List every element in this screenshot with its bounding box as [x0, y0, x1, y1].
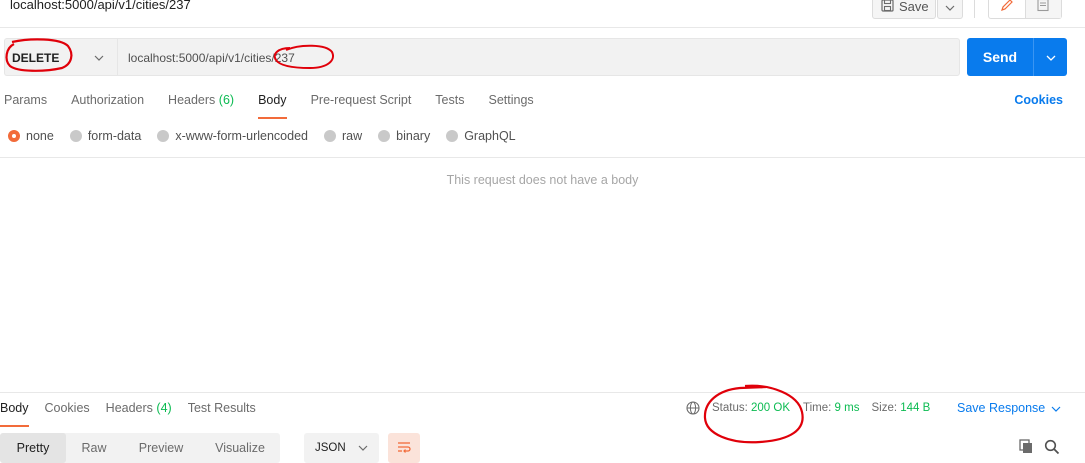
copy-icon[interactable] [1018, 439, 1034, 455]
view-pretty[interactable]: Pretty [0, 433, 66, 463]
radio-graphql[interactable]: GraphQL [446, 129, 516, 143]
toolbar-divider [974, 0, 975, 18]
tab-pre-request-script[interactable]: Pre-request Script [311, 93, 412, 119]
url-input[interactable]: localhost:5000/api/v1/cities/237 [117, 38, 960, 76]
response-view-controls: Pretty Raw Preview Visualize JSON [0, 433, 420, 463]
tab-tests[interactable]: Tests [435, 93, 464, 119]
empty-body-message: This request does not have a body [446, 173, 639, 187]
chevron-down-icon [945, 0, 955, 14]
radio-icon [446, 130, 459, 142]
body-type-selector: none form-data x-www-form-urlencoded raw… [8, 129, 532, 143]
wrap-lines-icon [396, 440, 412, 457]
radio-icon [157, 130, 170, 142]
radio-x-www-form-urlencoded[interactable]: x-www-form-urlencoded [157, 129, 308, 143]
url-value: localhost:5000/api/v1/cities/237 [128, 51, 295, 65]
size-value[interactable]: 144 B [900, 402, 930, 414]
request-tabs: Params Authorization Headers (6) Body Pr… [4, 93, 558, 119]
response-tabs: Body Cookies Headers (4) Test Results [0, 401, 272, 427]
radio-label: GraphQL [464, 129, 516, 143]
request-title[interactable]: localhost:5000/api/v1/cities/237 [10, 0, 191, 12]
response-headers-count: (4) [156, 401, 172, 415]
send-button[interactable]: Send [967, 38, 1033, 76]
pencil-icon [1000, 0, 1014, 15]
radio-raw[interactable]: raw [324, 129, 362, 143]
tab-label: Test Results [187, 401, 256, 415]
time-value[interactable]: 9 ms [835, 402, 860, 414]
status-label: Status: [712, 402, 748, 414]
tab-label: Cookies [44, 401, 90, 415]
response-tab-body[interactable]: Body [0, 401, 29, 427]
tab-settings[interactable]: Settings [488, 93, 533, 119]
tab-label: Tests [435, 93, 465, 107]
response-divider[interactable] [0, 392, 1085, 393]
radio-icon [324, 130, 336, 142]
tab-label: Body [0, 401, 29, 415]
tab-body[interactable]: Body [258, 93, 287, 119]
save-icon [881, 0, 894, 15]
method-value: DELETE [12, 51, 60, 65]
status-value[interactable]: 200 OK [751, 402, 790, 414]
response-tab-test-results[interactable]: Test Results [188, 401, 256, 427]
tab-authorization[interactable]: Authorization [71, 93, 144, 119]
documentation-mode-button[interactable] [1024, 0, 1061, 18]
tab-label: Pre-request Script [310, 93, 412, 107]
radio-label: form-data [87, 129, 142, 143]
save-label: Save [899, 0, 929, 14]
tab-label: Body [258, 93, 287, 107]
edit-mode-button[interactable] [989, 0, 1025, 18]
tab-label: Headers [105, 401, 153, 415]
editor-mode-toggle [988, 0, 1062, 19]
save-response-label: Save Response [957, 401, 1046, 415]
save-options-button[interactable] [937, 0, 963, 19]
radio-none[interactable]: none [8, 129, 54, 143]
tab-label: Params [4, 93, 48, 107]
headers-count: (6) [218, 93, 235, 107]
view-raw[interactable]: Raw [66, 433, 122, 463]
radio-binary[interactable]: binary [378, 129, 430, 143]
response-tab-cookies[interactable]: Cookies [45, 401, 90, 427]
radio-label: raw [342, 129, 363, 143]
save-button[interactable]: Save [872, 0, 936, 19]
radio-label: none [26, 129, 54, 143]
radio-icon [378, 130, 391, 142]
radio-form-data[interactable]: form-data [69, 129, 142, 143]
request-title-bar: localhost:5000/api/v1/cities/237 Save [0, 0, 1085, 28]
view-visualize[interactable]: Visualize [200, 433, 280, 463]
size-label: Size: [871, 402, 898, 414]
time-label: Time: [803, 402, 832, 414]
method-select[interactable]: DELETE [4, 38, 117, 76]
wrap-lines-button[interactable] [388, 433, 420, 463]
radio-label: binary [396, 129, 431, 143]
format-select[interactable]: JSON [304, 433, 379, 463]
tab-label: Authorization [71, 93, 145, 107]
chevron-down-icon [1046, 50, 1056, 64]
radio-icon [69, 130, 82, 142]
radio-label: x-www-form-urlencoded [175, 129, 308, 143]
tab-params[interactable]: Params [4, 93, 47, 119]
document-icon [1036, 0, 1050, 15]
cookies-link[interactable]: Cookies [1014, 93, 1063, 107]
globe-icon[interactable] [686, 401, 700, 415]
chevron-down-icon [94, 50, 104, 64]
chevron-down-icon [358, 442, 368, 454]
response-tab-headers[interactable]: Headers (4) [106, 401, 172, 427]
send-options-button[interactable] [1033, 38, 1067, 76]
search-icon[interactable] [1044, 439, 1060, 455]
view-mode-selector: Pretty Raw Preview Visualize [0, 433, 280, 463]
format-value: JSON [315, 442, 346, 454]
view-preview[interactable]: Preview [122, 433, 200, 463]
tab-headers[interactable]: Headers (6) [168, 93, 234, 119]
tab-label: Headers [168, 93, 216, 107]
response-actions [1018, 439, 1060, 455]
divider [0, 157, 1085, 158]
tab-label: Settings [488, 93, 534, 107]
save-response-button[interactable]: Save Response [957, 401, 1061, 415]
response-meta: Status: 200 OK Time: 9 ms Size: 144 B [686, 401, 930, 415]
chevron-down-icon [1051, 401, 1061, 415]
radio-selected-icon [8, 130, 20, 142]
